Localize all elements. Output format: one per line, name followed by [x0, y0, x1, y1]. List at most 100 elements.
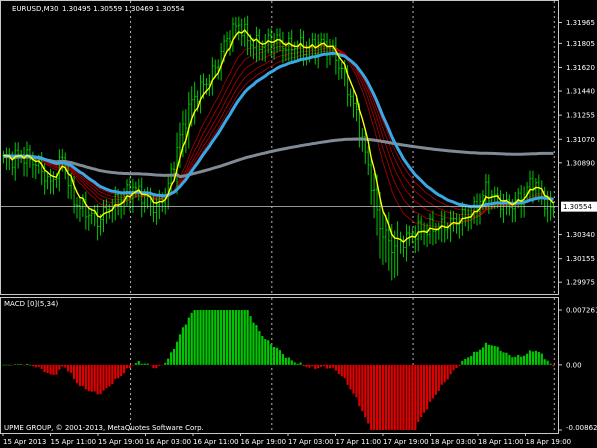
time-tick-label: 18 Apr 11:00 [478, 438, 524, 446]
macd-bar [281, 354, 285, 365]
macd-bar [275, 347, 279, 365]
macd-bar [90, 364, 93, 392]
macd-bar [346, 364, 349, 385]
macd-bar [528, 350, 532, 365]
macd-bar [393, 364, 396, 430]
macd-bar [34, 364, 37, 368]
macd-bar [28, 364, 32, 366]
macd-bar [84, 364, 87, 390]
macd-bar [484, 342, 487, 365]
macd-bar [14, 364, 17, 365]
macd-bar [61, 364, 64, 367]
macd-bar [122, 364, 126, 374]
macd-bar [317, 364, 320, 369]
macd-bar [17, 364, 20, 365]
macd-bar [102, 364, 105, 391]
macd-bar [408, 364, 411, 430]
macd-bar [299, 362, 302, 365]
macd-bar [261, 335, 264, 365]
macd-bar [58, 364, 61, 370]
macd-bar [220, 310, 223, 365]
macd-bar [143, 363, 146, 365]
macd-bar [70, 364, 73, 373]
macd-bar [222, 310, 226, 365]
macd-bar [178, 334, 182, 365]
price-tick-label: 1.31255 [566, 112, 595, 120]
macd-bar [5, 364, 8, 366]
macd-bar [243, 310, 246, 365]
macd-bar [367, 364, 370, 424]
macd-bar [272, 346, 276, 365]
macd-bar [237, 310, 240, 365]
macd-bar [358, 364, 361, 407]
macd-bar [40, 364, 43, 369]
macd-bar [534, 350, 537, 365]
trading-chart[interactable]: 0.0072610.00-0.008628 1.319651.318051.31… [0, 0, 597, 448]
macd-panel-frame [0, 297, 559, 434]
macd-bar [120, 364, 123, 377]
macd-bar [517, 354, 520, 365]
macd-bar [67, 364, 70, 372]
macd-bar [190, 312, 193, 365]
macd-bar [511, 357, 514, 365]
macd-bar [461, 360, 464, 365]
macd-bar [458, 364, 461, 367]
macd-bar [440, 364, 443, 385]
macd-bar [328, 364, 332, 369]
macd-bar [505, 352, 508, 365]
time-tick-label: 15 Apr 19:00 [98, 438, 144, 446]
macd-bar [520, 356, 523, 365]
price-tick-label: 1.30155 [566, 255, 595, 263]
macd-bar [525, 353, 529, 365]
macd-bar [284, 357, 287, 365]
macd-bar [349, 364, 352, 390]
macd-bar [405, 364, 408, 430]
macd-bar [540, 353, 543, 365]
macd-bar [431, 364, 435, 399]
macd-bar [217, 310, 220, 365]
macd-bar [64, 364, 67, 368]
macd-bar [158, 364, 161, 366]
macd-bar [172, 348, 176, 365]
price-tick-label: 1.31805 [566, 40, 595, 48]
macd-bar [384, 364, 387, 430]
macd-bar [446, 364, 449, 380]
macd-bar [523, 355, 526, 365]
macd-bar [270, 344, 273, 365]
macd-bar [181, 327, 185, 365]
macd-bar [411, 364, 414, 430]
macd-bar [93, 364, 96, 392]
macd-bar [175, 341, 179, 365]
macd-bar [387, 364, 390, 430]
macd-bar [434, 364, 437, 395]
macd-bar [414, 364, 417, 430]
macd-bar [234, 310, 237, 365]
macd-bar [396, 364, 399, 430]
macd-bar [470, 356, 473, 365]
macd-bar [202, 310, 205, 365]
macd-bar [443, 364, 446, 383]
macd-bar [381, 364, 385, 430]
macd-bar [2, 364, 5, 366]
macd-bar [137, 361, 140, 365]
price-tick-label: 1.31070 [566, 136, 595, 144]
ohlc-values: 1.30495 1.30559 1.30469 1.30554 [62, 5, 185, 13]
macd-bar [340, 364, 343, 377]
macd-bar [37, 364, 40, 367]
copyright-footer: UPME GROUP, © 2001-2013, MetaQuotes Soft… [4, 424, 204, 432]
macd-bar [72, 364, 76, 380]
macd-bar [455, 364, 458, 369]
macd-bar [478, 349, 482, 365]
macd-bar [364, 364, 367, 418]
macd-bar [108, 364, 111, 387]
price-axis: 1.31965 1.31805 1.31620 1.31440 1.31255 1.310… [558, 19, 597, 287]
macd-bar [255, 325, 258, 365]
macd-tick-label: -0.008628 [566, 424, 597, 432]
macd-bar [449, 364, 452, 375]
macd-bar [417, 364, 420, 422]
macd-bar [305, 364, 308, 368]
macd-bar [258, 331, 261, 365]
macd-bar [322, 364, 326, 367]
macd-bar [549, 363, 552, 365]
time-tick-label: 17 Apr 03:00 [288, 438, 334, 446]
